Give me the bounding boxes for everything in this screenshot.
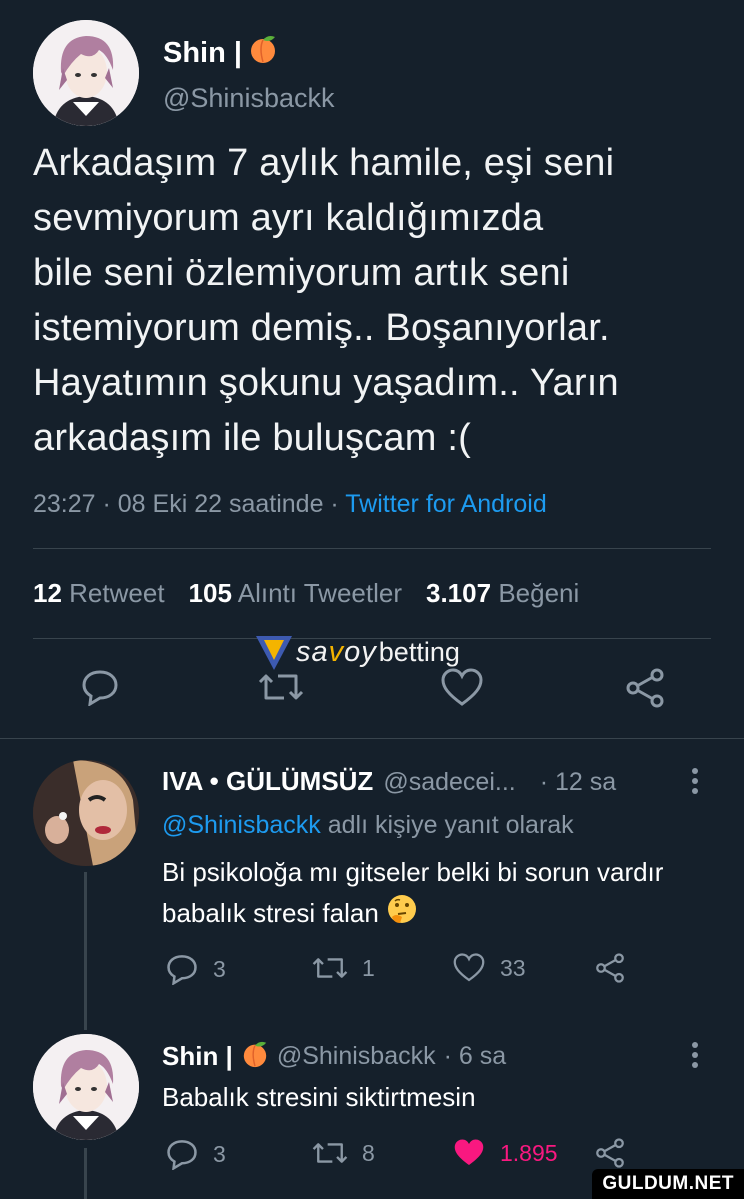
liked-heart-icon — [454, 1139, 484, 1165]
more-options-icon[interactable] — [690, 766, 700, 801]
brand-text-o: v — [328, 635, 345, 668]
like-icon — [453, 953, 485, 982]
reply-to-suffix: adlı kişiye yanıt olarak — [327, 811, 574, 839]
tweet-timestamp: 23:27 · 08 Eki 22 saatinde · — [33, 490, 339, 518]
quote-count: 105 — [188, 578, 232, 608]
reply-text: Bi psikoloğa mı gitseler belki bi sorun … — [162, 852, 682, 937]
profile-photo-image — [33, 760, 139, 866]
reply-share-action[interactable] — [594, 1138, 626, 1168]
tweet-stats: 12 Retweet 105 Alıntı Tweetler 3.107 Beğ… — [33, 578, 579, 609]
peach-icon — [241, 1040, 269, 1073]
reply-to-line: @Shinisbackk adlı kişiye yanıt olarak — [162, 811, 574, 840]
reply-retweet-action[interactable]: 1 — [312, 953, 375, 983]
reply-icon[interactable] — [80, 668, 120, 706]
tweet-meta: 23:27 · 08 Eki 22 saatinde · Twitter for… — [33, 490, 547, 519]
like-count: 1.895 — [500, 1139, 558, 1166]
reply-icon — [167, 1140, 197, 1170]
reply-reply-action[interactable]: 3 — [165, 1138, 226, 1170]
reply-like-action[interactable]: 1.895 — [452, 1138, 558, 1168]
more-options-icon[interactable] — [690, 1040, 700, 1075]
like-stat[interactable]: 3.107 Beğeni — [426, 578, 579, 609]
retweet-icon — [312, 1143, 348, 1163]
main-author-handle[interactable]: @Shinisbackk — [163, 83, 334, 114]
reply-text: Babalık stresini siktirtmesin — [162, 1082, 476, 1112]
share-icon — [596, 1138, 624, 1168]
reply-author-handle[interactable]: @sadecei... — [383, 768, 515, 797]
like-count: 3.107 — [426, 578, 492, 608]
reply-author-name[interactable]: IVA • GÜLÜMSÜZ — [162, 766, 373, 797]
like-icon[interactable] — [440, 668, 484, 708]
main-tweet-text: Arkadaşım 7 aylık hamile, eşi seni sevmi… — [33, 142, 619, 459]
reply-time: · 12 sa — [539, 768, 617, 796]
reply-header: IVA • GÜLÜMSÜZ @sadecei... · 12 sa — [162, 766, 616, 797]
reply-count: 3 — [213, 955, 226, 982]
retweet-icon — [312, 958, 348, 978]
brand-betting: betting — [378, 636, 460, 667]
brand-text-a: sa — [296, 635, 329, 668]
site-watermark: GULDUM.NET — [592, 1169, 744, 1199]
brand-v-icon — [256, 636, 292, 670]
quote-stat[interactable]: 105 Alıntı Tweetler — [189, 578, 402, 609]
reply-time: · 6 sa — [443, 1042, 507, 1070]
main-author-name-row[interactable]: Shin | — [163, 34, 278, 72]
reply-author-name[interactable]: Shin | — [162, 1041, 233, 1072]
reply-share-action[interactable] — [594, 953, 626, 983]
retweet-icon[interactable] — [258, 668, 304, 706]
savoybetting-logo: savoy betting — [254, 632, 460, 672]
reply-like-action[interactable]: 33 — [452, 953, 526, 983]
thinking-face-icon — [386, 893, 418, 937]
share-icon — [596, 953, 624, 983]
retweet-count: 1 — [362, 954, 375, 981]
peach-icon — [248, 34, 278, 72]
divider — [33, 548, 711, 549]
reply-reply-action[interactable]: 3 — [165, 953, 226, 985]
thread-line — [84, 872, 87, 1030]
share-icon[interactable] — [624, 668, 666, 708]
reply-icon — [167, 955, 197, 985]
brand-text-b: oy — [344, 635, 377, 668]
retweet-stat[interactable]: 12 Retweet — [33, 578, 165, 609]
retweet-label: Retweet — [69, 578, 165, 608]
anime-avatar-image — [33, 20, 139, 126]
reply-to-mention[interactable]: @Shinisbackk — [162, 811, 321, 839]
reply-header: Shin | @Shinisbackk · 6 sa — [162, 1040, 506, 1073]
reply-count: 3 — [213, 1140, 226, 1167]
retweet-count: 8 — [362, 1139, 375, 1166]
main-author-name: Shin | — [163, 36, 242, 69]
like-label: Beğeni — [498, 578, 580, 608]
divider — [0, 738, 744, 739]
reply-author-handle[interactable]: @Shinisbackk — [277, 1042, 436, 1071]
like-count: 33 — [500, 954, 526, 981]
brand-savoy: savoy — [296, 636, 377, 669]
reply-author-avatar[interactable] — [33, 1034, 139, 1140]
reply-author-avatar[interactable] — [33, 760, 139, 866]
thread-line — [84, 1148, 87, 1199]
reply-retweet-action[interactable]: 8 — [312, 1138, 375, 1168]
quote-label: Alıntı Tweetler — [237, 578, 402, 608]
main-author-avatar[interactable] — [33, 20, 139, 126]
retweet-count: 12 — [33, 578, 62, 608]
anime-avatar-image — [33, 1034, 139, 1140]
tweet-source-link[interactable]: Twitter for Android — [345, 490, 546, 518]
